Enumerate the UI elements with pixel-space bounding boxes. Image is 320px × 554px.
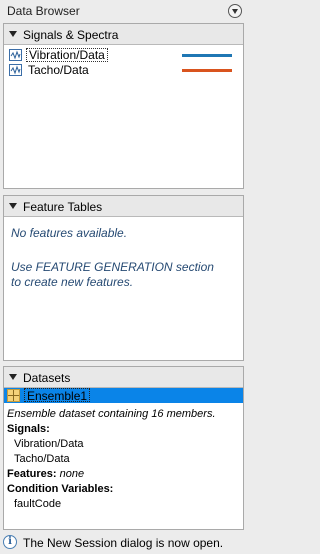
- signal-color-line: [182, 54, 232, 57]
- dataset-description: Ensemble dataset containing 16 members.: [7, 408, 216, 420]
- hint-text-line1: Use FEATURE GENERATION section: [11, 260, 214, 274]
- collapse-arrow-icon[interactable]: [9, 203, 17, 209]
- dataset-details: Ensemble dataset containing 16 members. …: [4, 403, 243, 512]
- signals-panel: Signals & Spectra Vibration/Data Tacho/D…: [3, 23, 244, 189]
- signal-icon: [9, 64, 22, 76]
- collapse-arrow-icon[interactable]: [9, 374, 17, 380]
- signal-label: Vibration/Data: [26, 48, 108, 62]
- signal-item-tacho[interactable]: Tacho/Data: [4, 63, 243, 78]
- features-panel: Feature Tables No features available. Us…: [3, 195, 244, 361]
- signal-label: Tacho/Data: [28, 63, 89, 77]
- hint-text-line2: to create new features.: [11, 275, 134, 289]
- status-message: The New Session dialog is now open.: [23, 536, 224, 550]
- panel-options-icon[interactable]: [228, 4, 242, 18]
- datasets-panel-title: Datasets: [23, 371, 71, 385]
- features-panel-title: Feature Tables: [23, 200, 103, 214]
- signal-color-line: [182, 69, 232, 72]
- signal-item-vibration[interactable]: Vibration/Data: [4, 48, 243, 63]
- signal-icon: [9, 49, 22, 61]
- signals-panel-header[interactable]: Signals & Spectra: [4, 24, 243, 45]
- window-title: Data Browser: [7, 4, 80, 18]
- features-value: none: [59, 468, 85, 480]
- dataset-label: Ensemble1: [24, 388, 91, 403]
- collapse-arrow-icon[interactable]: [9, 31, 17, 37]
- dataset-signal: Tacho/Data: [14, 453, 70, 465]
- status-bar: i The New Session dialog is now open.: [0, 532, 253, 554]
- dataset-item-ensemble1[interactable]: Ensemble1: [4, 388, 243, 403]
- title-bar: Data Browser: [0, 0, 253, 22]
- signals-panel-title: Signals & Spectra: [23, 28, 119, 42]
- no-features-text: No features available.: [11, 226, 128, 240]
- condition-variable: faultCode: [14, 498, 62, 510]
- datasets-panel: Datasets Ensemble1 Ensemble dataset cont…: [3, 366, 244, 530]
- features-heading: Features:: [7, 468, 57, 480]
- condition-heading: Condition Variables:: [7, 483, 114, 495]
- dataset-signal: Vibration/Data: [14, 438, 84, 450]
- features-line: Features: none: [7, 467, 243, 482]
- features-panel-header[interactable]: Feature Tables: [4, 196, 243, 217]
- info-icon: i: [3, 535, 17, 549]
- datasets-panel-header[interactable]: Datasets: [4, 367, 243, 388]
- table-icon: [7, 389, 20, 402]
- signals-heading: Signals:: [7, 423, 50, 435]
